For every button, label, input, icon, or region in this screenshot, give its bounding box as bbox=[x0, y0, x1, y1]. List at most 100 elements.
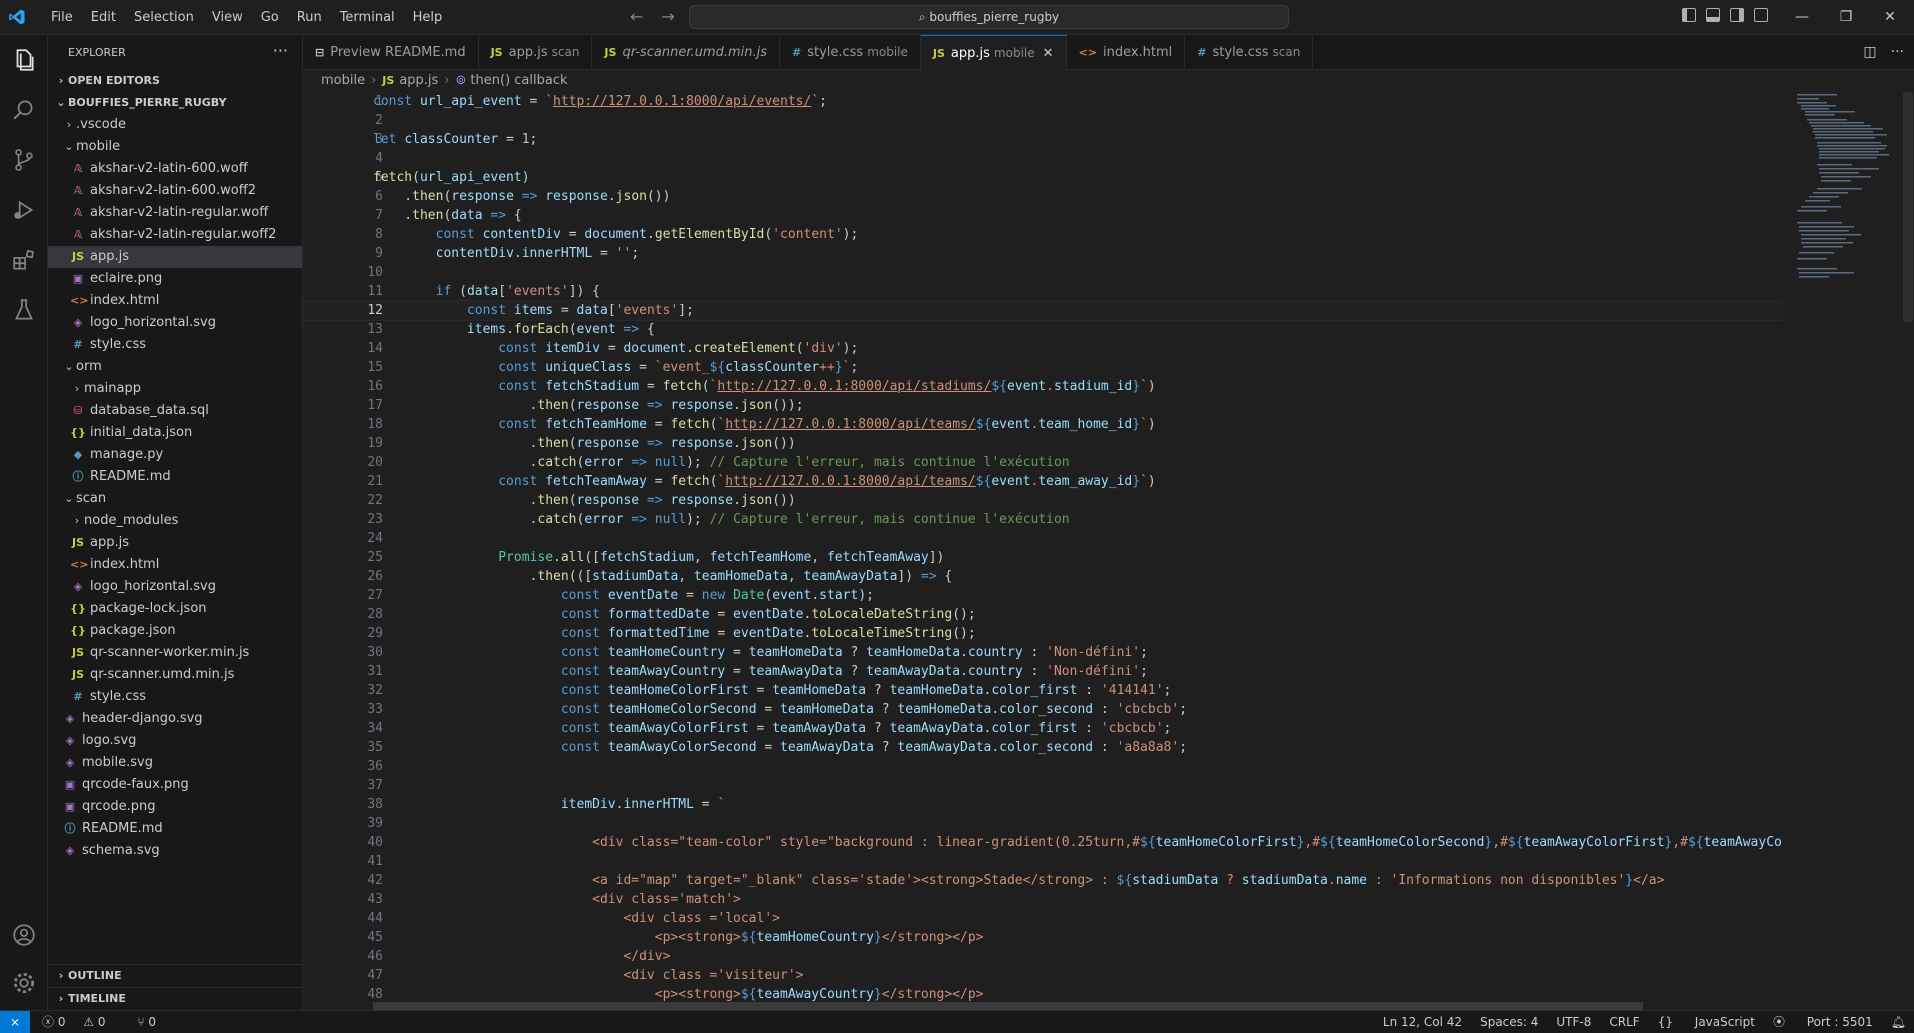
code-line[interactable]: 26 .then(([stadiumData, teamHomeData, te… bbox=[303, 567, 1783, 586]
code-line[interactable]: 8 const contentDiv = document.getElement… bbox=[303, 225, 1783, 244]
toggle-panel-icon[interactable] bbox=[1706, 8, 1720, 22]
minimize-icon[interactable]: — bbox=[1780, 0, 1824, 35]
code-line[interactable]: 7 .then(data => { bbox=[303, 206, 1783, 225]
outline-section[interactable]: › OUTLINE bbox=[48, 964, 302, 987]
code-line[interactable]: 24 bbox=[303, 529, 1783, 548]
language-mode[interactable]: {} JavaScript bbox=[1658, 1011, 1755, 1033]
tree-file[interactable]: ◈ mobile.svg bbox=[48, 752, 302, 774]
code-line[interactable]: 27 const eventDate = new Date(event.star… bbox=[303, 586, 1783, 605]
tree-file[interactable]: JS qr-scanner-worker.min.js bbox=[48, 642, 302, 664]
close-tab-icon[interactable]: ✕ bbox=[1043, 46, 1054, 61]
vscode-logo-icon[interactable] bbox=[8, 8, 26, 26]
code-line[interactable]: 10 bbox=[303, 263, 1783, 282]
code-line[interactable]: 32 const teamHomeColorFirst = teamHomeDa… bbox=[303, 681, 1783, 700]
code-line[interactable]: 34 const teamAwayColorFirst = teamAwayDa… bbox=[303, 719, 1783, 738]
tree-file[interactable]: ▣ qrcode-faux.png bbox=[48, 774, 302, 796]
tree-file[interactable]: ◈ logo_horizontal.svg bbox=[48, 312, 302, 334]
code-line[interactable]: 35 const teamAwayColorSecond = teamAwayD… bbox=[303, 738, 1783, 757]
code-line[interactable]: 9 contentDiv.innerHTML = ''; bbox=[303, 244, 1783, 263]
tree-folder[interactable]: ⌄ orm bbox=[48, 356, 302, 378]
menu-item-help[interactable]: Help bbox=[404, 10, 452, 25]
code-line[interactable]: 2 bbox=[303, 111, 1783, 130]
problems-indicator[interactable]: ⓧ 0 ⚠ 0 bbox=[42, 1015, 120, 1029]
breadcrumb-item[interactable]: then() callback bbox=[470, 73, 567, 88]
code-line[interactable]: 37 bbox=[303, 776, 1783, 795]
tree-file[interactable]: ◈ logo.svg bbox=[48, 730, 302, 752]
code-line[interactable]: 21 const fetchTeamAway = fetch(`http://1… bbox=[303, 472, 1783, 491]
code-line[interactable]: 11 if (data['events']) { bbox=[303, 282, 1783, 301]
code-line[interactable]: 47 <div class ='visiteur'> bbox=[303, 966, 1783, 985]
tree-file[interactable]: {} package-lock.json bbox=[48, 598, 302, 620]
tree-file[interactable]: JS qr-scanner.umd.min.js bbox=[48, 664, 302, 686]
code-line[interactable]: 30 const teamHomeCountry = teamHomeData … bbox=[303, 643, 1783, 662]
code-line[interactable]: 22 .then(response => response.json()) bbox=[303, 491, 1783, 510]
code-line[interactable]: 25 Promise.all([fetchStadium, fetchTeamH… bbox=[303, 548, 1783, 567]
accounts-icon[interactable] bbox=[11, 922, 37, 948]
source-control-icon[interactable] bbox=[11, 147, 37, 173]
breadcrumb-item[interactable]: app.js bbox=[399, 73, 438, 88]
editor-tab[interactable]: <> index.html bbox=[1067, 35, 1186, 70]
tree-file[interactable]: <> index.html bbox=[48, 290, 302, 312]
code-line[interactable]: 44 <div class ='local'> bbox=[303, 909, 1783, 928]
tree-folder[interactable]: › node_modules bbox=[48, 510, 302, 532]
code-line[interactable]: 29 const formattedTime = eventDate.toLoc… bbox=[303, 624, 1783, 643]
timeline-section[interactable]: › TIMELINE bbox=[48, 987, 302, 1010]
live-server-port[interactable]: ⦿ Port : 5501 bbox=[1773, 1011, 1873, 1033]
tree-folder[interactable]: ⌄ mobile bbox=[48, 136, 302, 158]
tree-file[interactable]: # style.css bbox=[48, 686, 302, 708]
editor-tab[interactable]: ⊟ Preview README.md bbox=[303, 35, 479, 70]
code-line[interactable]: 17 .then(response => response.json()); bbox=[303, 396, 1783, 415]
tree-file[interactable]: JS app.js bbox=[48, 532, 302, 554]
menu-item-run[interactable]: Run bbox=[288, 10, 331, 25]
breadcrumb-item[interactable]: mobile bbox=[321, 73, 365, 88]
code-line[interactable]: 43 <div class='match'> bbox=[303, 890, 1783, 909]
code-line[interactable]: 46 </div> bbox=[303, 947, 1783, 966]
more-actions-icon[interactable]: ··· bbox=[273, 35, 288, 67]
code-line[interactable]: 19 .then(response => response.json()) bbox=[303, 434, 1783, 453]
code-line[interactable]: 15 const uniqueClass = `event_${classCou… bbox=[303, 358, 1783, 377]
customize-layout-icon[interactable] bbox=[1754, 8, 1768, 22]
horizontal-scrollbar[interactable] bbox=[373, 1002, 1643, 1010]
tree-file[interactable]: ⓘ README.md bbox=[48, 818, 302, 840]
editor-tab[interactable]: # style.css mobile bbox=[780, 35, 921, 70]
code-line[interactable]: 38 itemDiv.innerHTML = ` bbox=[303, 795, 1783, 814]
code-line[interactable]: 4 bbox=[303, 149, 1783, 168]
more-editor-actions-icon[interactable]: ··· bbox=[1891, 44, 1904, 60]
editor-tab[interactable]: JS app.js scan bbox=[479, 35, 593, 70]
tree-folder[interactable]: › .vscode bbox=[48, 114, 302, 136]
code-line[interactable]: 20 .catch(error => null); // Capture l'e… bbox=[303, 453, 1783, 472]
ports-indicator[interactable]: ⑂ 0 bbox=[137, 1015, 170, 1029]
tree-file[interactable]: {} initial_data.json bbox=[48, 422, 302, 444]
tree-folder[interactable]: ⌄ scan bbox=[48, 488, 302, 510]
tree-file[interactable]: 𝔸akshar-v2-latin-regular.woff2 bbox=[48, 224, 302, 246]
menu-item-selection[interactable]: Selection bbox=[125, 10, 203, 25]
forward-arrow-icon[interactable]: → bbox=[661, 7, 674, 26]
code-line[interactable]: 23 .catch(error => null); // Capture l'e… bbox=[303, 510, 1783, 529]
code-line[interactable]: 5 fetch(url_api_event) bbox=[303, 168, 1783, 187]
code-line[interactable]: 42 <a id="map" target="_blank" class='st… bbox=[303, 871, 1783, 890]
toggle-secondary-sidebar-icon[interactable] bbox=[1730, 8, 1744, 22]
code-line[interactable]: 16 const fetchStadium = fetch(`http://12… bbox=[303, 377, 1783, 396]
code-line[interactable]: 6 .then(response => response.json()) bbox=[303, 187, 1783, 206]
tree-file[interactable]: {} package.json bbox=[48, 620, 302, 642]
testing-flask-icon[interactable] bbox=[11, 297, 37, 323]
tree-file[interactable]: ◈ header-django.svg bbox=[48, 708, 302, 730]
cursor-position[interactable]: Ln 12, Col 42 bbox=[1383, 1011, 1462, 1033]
explorer-icon[interactable] bbox=[11, 47, 37, 73]
tree-file[interactable]: 𝔸akshar-v2-latin-600.woff bbox=[48, 158, 302, 180]
extensions-icon[interactable] bbox=[11, 247, 37, 273]
tree-file[interactable]: ◈ logo_horizontal.svg bbox=[48, 576, 302, 598]
code-line[interactable]: 40 <div class="team-color" style="backgr… bbox=[303, 833, 1783, 852]
vertical-scrollbar[interactable] bbox=[1903, 92, 1913, 322]
tree-file[interactable]: 𝔸akshar-v2-latin-600.woff2 bbox=[48, 180, 302, 202]
code-line[interactable]: 45 <p><strong>${teamHomeCountry}</strong… bbox=[303, 928, 1783, 947]
tree-file[interactable]: ▣ eclaire.png bbox=[48, 268, 302, 290]
tree-file[interactable]: # style.css bbox=[48, 334, 302, 356]
code-line[interactable]: 1 const url_api_event = `http://127.0.0.1… bbox=[303, 92, 1783, 111]
notifications-bell-icon[interactable]: 🔔︎ bbox=[1891, 1011, 1906, 1033]
menu-item-terminal[interactable]: Terminal bbox=[331, 10, 404, 25]
indentation[interactable]: Spaces: 4 bbox=[1480, 1011, 1538, 1033]
menu-item-file[interactable]: File bbox=[42, 10, 82, 25]
menu-item-go[interactable]: Go bbox=[252, 10, 288, 25]
code-line[interactable]: 28 const formattedDate = eventDate.toLoc… bbox=[303, 605, 1783, 624]
